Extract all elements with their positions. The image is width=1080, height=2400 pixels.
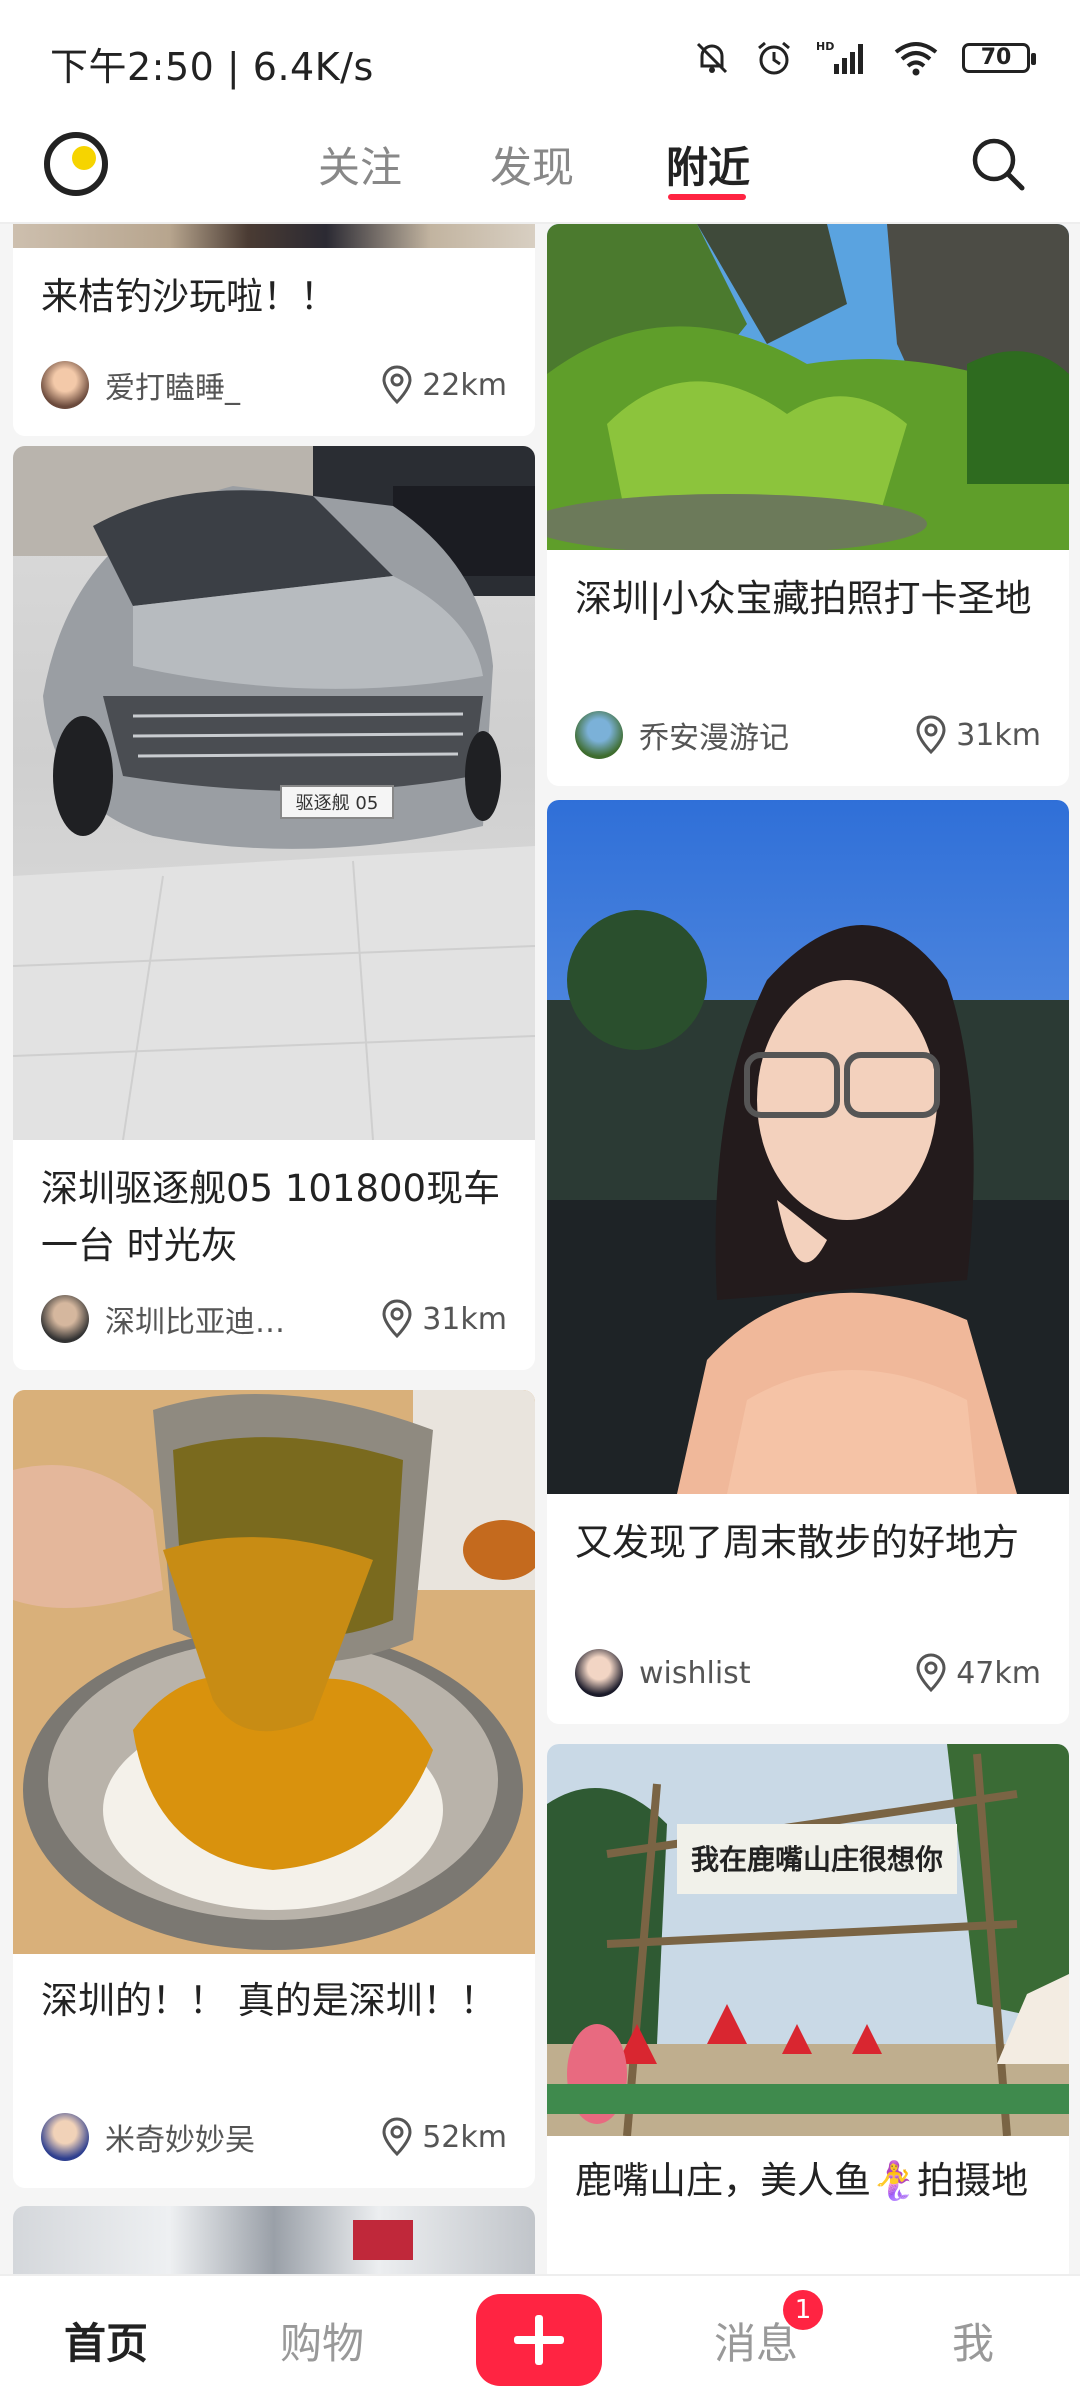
card-meta: 爱打瞌睡_ 22km	[41, 360, 507, 410]
location-pin-icon	[382, 1299, 412, 1339]
top-nav: 关注 发现 附近	[0, 120, 1080, 224]
card-author[interactable]: 爱打瞌睡_	[105, 363, 380, 407]
card-image: 驱逐舰 05	[13, 446, 535, 1140]
tab-shopping[interactable]: 购物	[280, 2310, 364, 2371]
location-pin-icon	[382, 2117, 412, 2157]
status-icons: HD 70	[692, 38, 1036, 78]
card-meta: 乔安漫游记 31km	[575, 710, 1041, 760]
status-time-speed: 下午2:50 | 6.4K/s	[50, 45, 374, 89]
card-image	[547, 800, 1069, 1494]
active-tab-indicator	[668, 194, 746, 200]
card-title: 鹿嘴山庄，美人鱼🧜‍♀️拍摄地	[575, 2159, 1029, 2202]
location-pin-icon	[916, 1653, 946, 1693]
location-pin-icon	[916, 715, 946, 755]
nature-photo	[547, 224, 1069, 550]
card-title: 又发现了周末散步的好地方	[575, 1521, 1019, 1564]
feed-card[interactable]: 驱逐舰 05 深圳驱逐舰05 101800现车一台 时光灰 深圳比亚迪… 31k…	[13, 446, 535, 1370]
card-author[interactable]: 深圳比亚迪…	[105, 1297, 380, 1341]
card-image	[547, 224, 1069, 550]
tab-home[interactable]: 首页	[64, 2310, 148, 2371]
create-post-button[interactable]	[476, 2294, 602, 2386]
card-image: 我在鹿嘴山庄很想你	[547, 1744, 1069, 2136]
mute-bell-icon	[696, 42, 728, 74]
card-image	[13, 2206, 535, 2274]
card-distance: 47km	[956, 1655, 1041, 1691]
card-author[interactable]: 乔安漫游记	[639, 713, 914, 757]
avatar[interactable]	[41, 1295, 89, 1343]
feed-card[interactable]: 深圳|小众宝藏拍照打卡圣地 乔安漫游记 31km	[547, 224, 1069, 786]
card-title: 深圳的！！ 真的是深圳！！	[41, 1979, 497, 2022]
card-image	[13, 1390, 535, 1954]
top-tabs: 关注 发现 附近	[0, 120, 1080, 220]
sign-text: 我在鹿嘴山庄很想你	[691, 1843, 943, 1876]
card-image	[13, 224, 535, 248]
card-author[interactable]: 米奇妙妙吴	[105, 2115, 380, 2159]
svg-text:HD: HD	[816, 40, 834, 53]
card-title: 来桔钓沙玩啦！！	[41, 275, 337, 318]
feed-card[interactable]	[13, 2206, 535, 2274]
tab-nearby[interactable]: 附近	[666, 134, 750, 195]
feed-card[interactable]: 来桔钓沙玩啦！！ 爱打瞌睡_ 22km	[13, 224, 535, 436]
avatar[interactable]	[575, 1649, 623, 1697]
card-distance: 31km	[956, 717, 1041, 753]
tab-follow[interactable]: 关注	[318, 134, 402, 195]
search-icon[interactable]	[968, 134, 1028, 194]
message-badge: 1	[783, 2290, 823, 2330]
tab-discover[interactable]: 发现	[490, 134, 574, 195]
car-photo: 驱逐舰 05	[13, 446, 535, 1140]
feed-card[interactable]: 又发现了周末散步的好地方 wishlist 47km	[547, 800, 1069, 1724]
location-pin-icon	[382, 365, 412, 405]
card-meta: 深圳比亚迪… 31km	[41, 1294, 507, 1344]
card-title: 深圳|小众宝藏拍照打卡圣地	[575, 577, 1032, 620]
card-distance: 52km	[422, 2119, 507, 2155]
card-distance: 31km	[422, 1301, 507, 1337]
card-title: 深圳驱逐舰05 101800现车一台 时光灰	[41, 1167, 501, 1267]
tab-me[interactable]: 我	[952, 2310, 994, 2371]
card-meta: 米奇妙妙吴 52km	[41, 2112, 507, 2162]
feed: 来桔钓沙玩啦！！ 爱打瞌睡_ 22km 驱逐舰 05 深圳驱逐舰05 10180…	[0, 224, 1080, 2274]
portrait-photo	[547, 800, 1069, 1494]
bottom-tab-bar: 首页 购物 消息 1 我	[0, 2274, 1080, 2400]
card-meta: wishlist 47km	[575, 1648, 1041, 1698]
wifi-icon	[894, 42, 938, 76]
hd-signal-icon: HD	[816, 40, 863, 74]
avatar[interactable]	[41, 361, 89, 409]
status-bar: 下午2:50 | 6.4K/s HD 70	[0, 0, 1080, 120]
plate-text: 驱逐舰 05	[296, 793, 379, 814]
card-distance: 22km	[422, 367, 507, 403]
battery-icon: 70	[962, 43, 1036, 73]
subway-sign	[353, 2220, 413, 2260]
avatar[interactable]	[575, 711, 623, 759]
avatar[interactable]	[41, 2113, 89, 2161]
feed-card[interactable]: 深圳的！！ 真的是深圳！！ 米奇妙妙吴 52km	[13, 1390, 535, 2188]
resort-photo: 我在鹿嘴山庄很想你	[547, 1744, 1069, 2136]
food-photo	[13, 1390, 535, 1954]
card-author[interactable]: wishlist	[639, 1656, 914, 1691]
alarm-icon	[758, 41, 790, 75]
feed-card[interactable]: 我在鹿嘴山庄很想你 鹿嘴山庄，美人鱼🧜‍♀️拍摄地	[547, 1744, 1069, 2274]
